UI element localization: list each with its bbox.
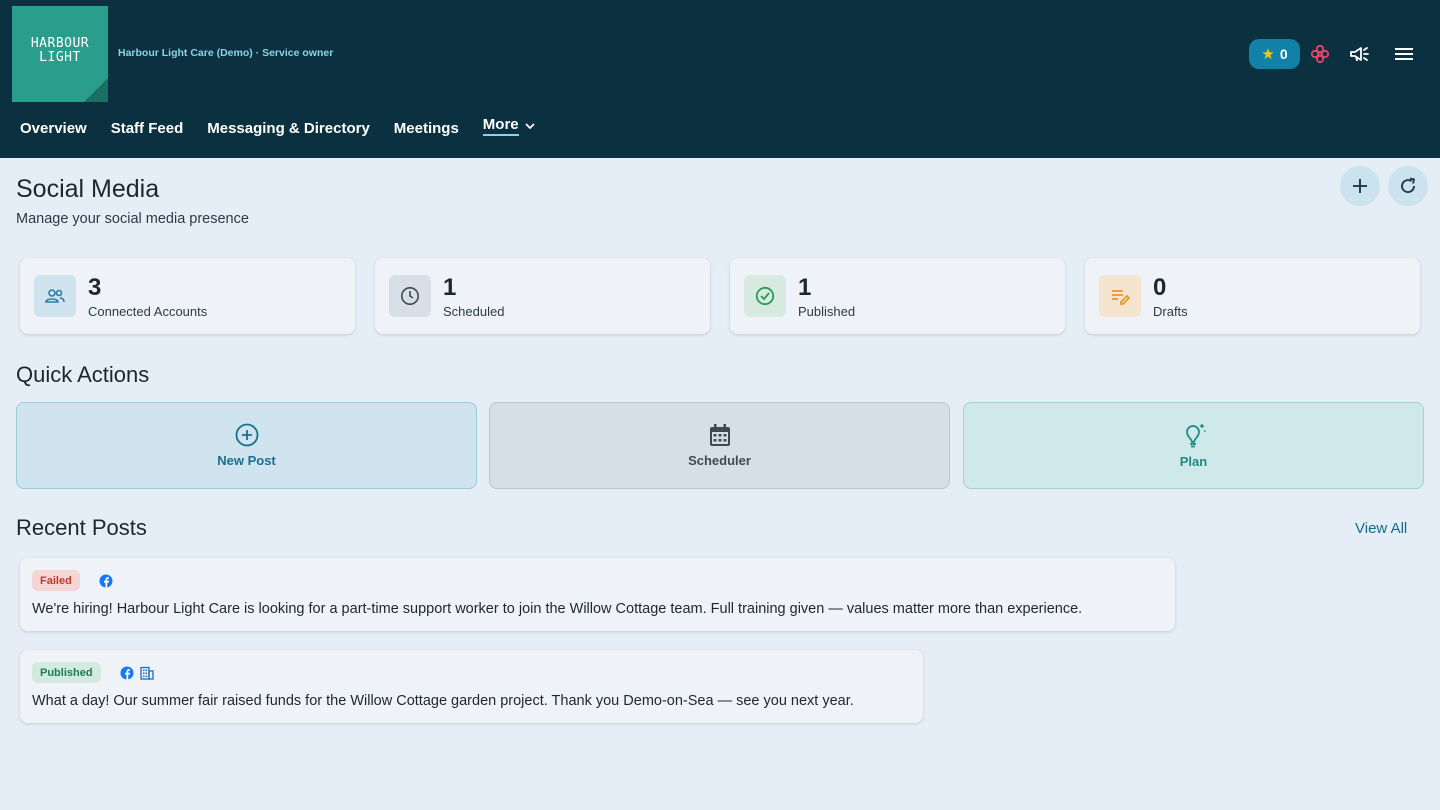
nav-staff-feed[interactable]: Staff Feed: [111, 120, 184, 137]
quick-actions-title: Quick Actions: [16, 362, 150, 387]
star-icon: ★: [1261, 45, 1275, 63]
refresh-icon: [1401, 177, 1416, 194]
page-title: Social Media: [16, 175, 160, 203]
scheduler-label: Scheduler: [688, 453, 751, 468]
add-button[interactable]: [1340, 166, 1380, 206]
megaphone-icon[interactable]: [1348, 42, 1372, 66]
lightbulb-icon: [1185, 424, 1205, 448]
clock-icon: [389, 275, 431, 317]
facebook-icon: [120, 666, 134, 680]
post-text: We're hiring! Harbour Light Care is look…: [32, 601, 1083, 617]
plus-circle-icon: [235, 423, 258, 447]
flower-icon[interactable]: [1308, 42, 1332, 66]
stat-card-drafts: 0 Drafts: [1085, 258, 1420, 334]
stat-value: 1: [443, 274, 457, 301]
refresh-button[interactable]: [1388, 166, 1428, 206]
check-circle-icon: [744, 275, 786, 317]
facebook-icon: [99, 574, 113, 588]
stat-label: Scheduled: [443, 304, 505, 319]
points-badge[interactable]: ★ 0: [1249, 39, 1300, 69]
stat-label: Drafts: [1153, 304, 1188, 319]
stat-card-published: 1 Published: [730, 258, 1065, 334]
nav-more[interactable]: More: [482, 116, 535, 136]
post-text: What a day! Our summer fair raised funds…: [32, 693, 854, 709]
logo-text: HARBOUR LIGHT: [30, 36, 90, 65]
org-role-label: Harbour Light Care (Demo) · Service owne…: [118, 47, 334, 59]
status-badge-failed: Failed: [32, 570, 80, 591]
plan-button[interactable]: Plan: [963, 402, 1424, 489]
users-icon: [34, 275, 76, 317]
stat-value: 3: [88, 274, 102, 301]
post-card[interactable]: Failed We're hiring! Harbour Light Care …: [20, 558, 1175, 631]
plan-label: Plan: [1179, 454, 1208, 469]
nav-messaging-directory[interactable]: Messaging & Directory: [207, 120, 370, 137]
new-post-label: New Post: [217, 453, 276, 468]
chevron-down-icon: [525, 122, 535, 129]
main-nav: Overview Staff Feed Messaging & Director…: [20, 116, 535, 138]
stat-value: 1: [798, 274, 812, 301]
view-all-link[interactable]: View All: [1355, 520, 1407, 537]
page-subtitle: Manage your social media presence: [16, 211, 249, 227]
building-icon: [140, 666, 154, 680]
post-card[interactable]: Published What a day! Our summer fair ra…: [20, 650, 923, 723]
stat-card-scheduled: 1 Scheduled: [375, 258, 710, 334]
stat-label: Connected Accounts: [88, 304, 208, 319]
status-badge-published: Published: [32, 662, 101, 683]
new-post-button[interactable]: New Post: [16, 402, 477, 489]
edit-notes-icon: [1099, 275, 1141, 317]
harbour-light-logo[interactable]: HARBOUR LIGHT: [12, 6, 108, 102]
nav-overview[interactable]: Overview: [20, 120, 87, 137]
plus-icon: [1353, 179, 1367, 193]
app-header: HARBOUR LIGHT Harbour Light Care (Demo) …: [0, 0, 1440, 158]
stat-label: Published: [798, 304, 856, 319]
stat-card-connected-accounts: 3 Connected Accounts: [20, 258, 355, 334]
nav-meetings[interactable]: Meetings: [394, 120, 459, 137]
points-count: 0: [1279, 46, 1288, 62]
menu-icon[interactable]: [1392, 42, 1416, 66]
calendar-icon: [709, 424, 730, 446]
scheduler-button[interactable]: Scheduler: [489, 402, 950, 489]
nav-more-label: More: [482, 116, 519, 136]
recent-posts-title: Recent Posts: [16, 515, 147, 540]
stat-value: 0: [1153, 274, 1167, 301]
